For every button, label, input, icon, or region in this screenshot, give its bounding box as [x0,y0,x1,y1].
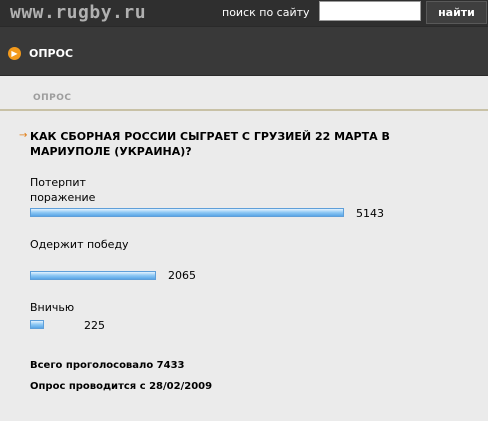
top-bar: www.rugby.ru поиск по сайту найти [0,0,488,26]
section-header: ▶ ОПРОС [0,26,488,76]
arrow-right-icon: → [19,130,28,141]
poll-question: КАК СБОРНАЯ РОССИИ СЫГРАЕТ С ГРУЗИЕЙ 22 … [30,130,390,158]
poll-result-bar [30,320,44,329]
poll-option-label: Одержит победу [30,238,129,251]
poll-result-bar [30,271,156,280]
poll-option-label: Вничью [30,301,75,314]
poll-result-bar [30,208,344,217]
search-label: поиск по сайту [222,6,310,19]
breadcrumb-bar: ОПРОС [0,76,488,111]
poll-total-votes: Всего проголосовало 7433 [30,360,185,371]
poll-vote-count: 5143 [356,207,384,220]
poll-option-label: Потерпит поражение [30,176,96,204]
search-button[interactable]: найти [426,1,487,24]
poll-start-date: Опрос проводится с 28/02/2009 [30,381,213,392]
site-logo[interactable]: www.rugby.ru [10,2,146,23]
section-title: ОПРОС [29,47,74,60]
search-input[interactable] [319,1,421,21]
arrow-circle-icon: ▶ [8,47,21,60]
poll-vote-count: 2065 [168,269,196,282]
poll-vote-count: 225 [84,319,105,332]
breadcrumb[interactable]: ОПРОС [33,93,72,103]
